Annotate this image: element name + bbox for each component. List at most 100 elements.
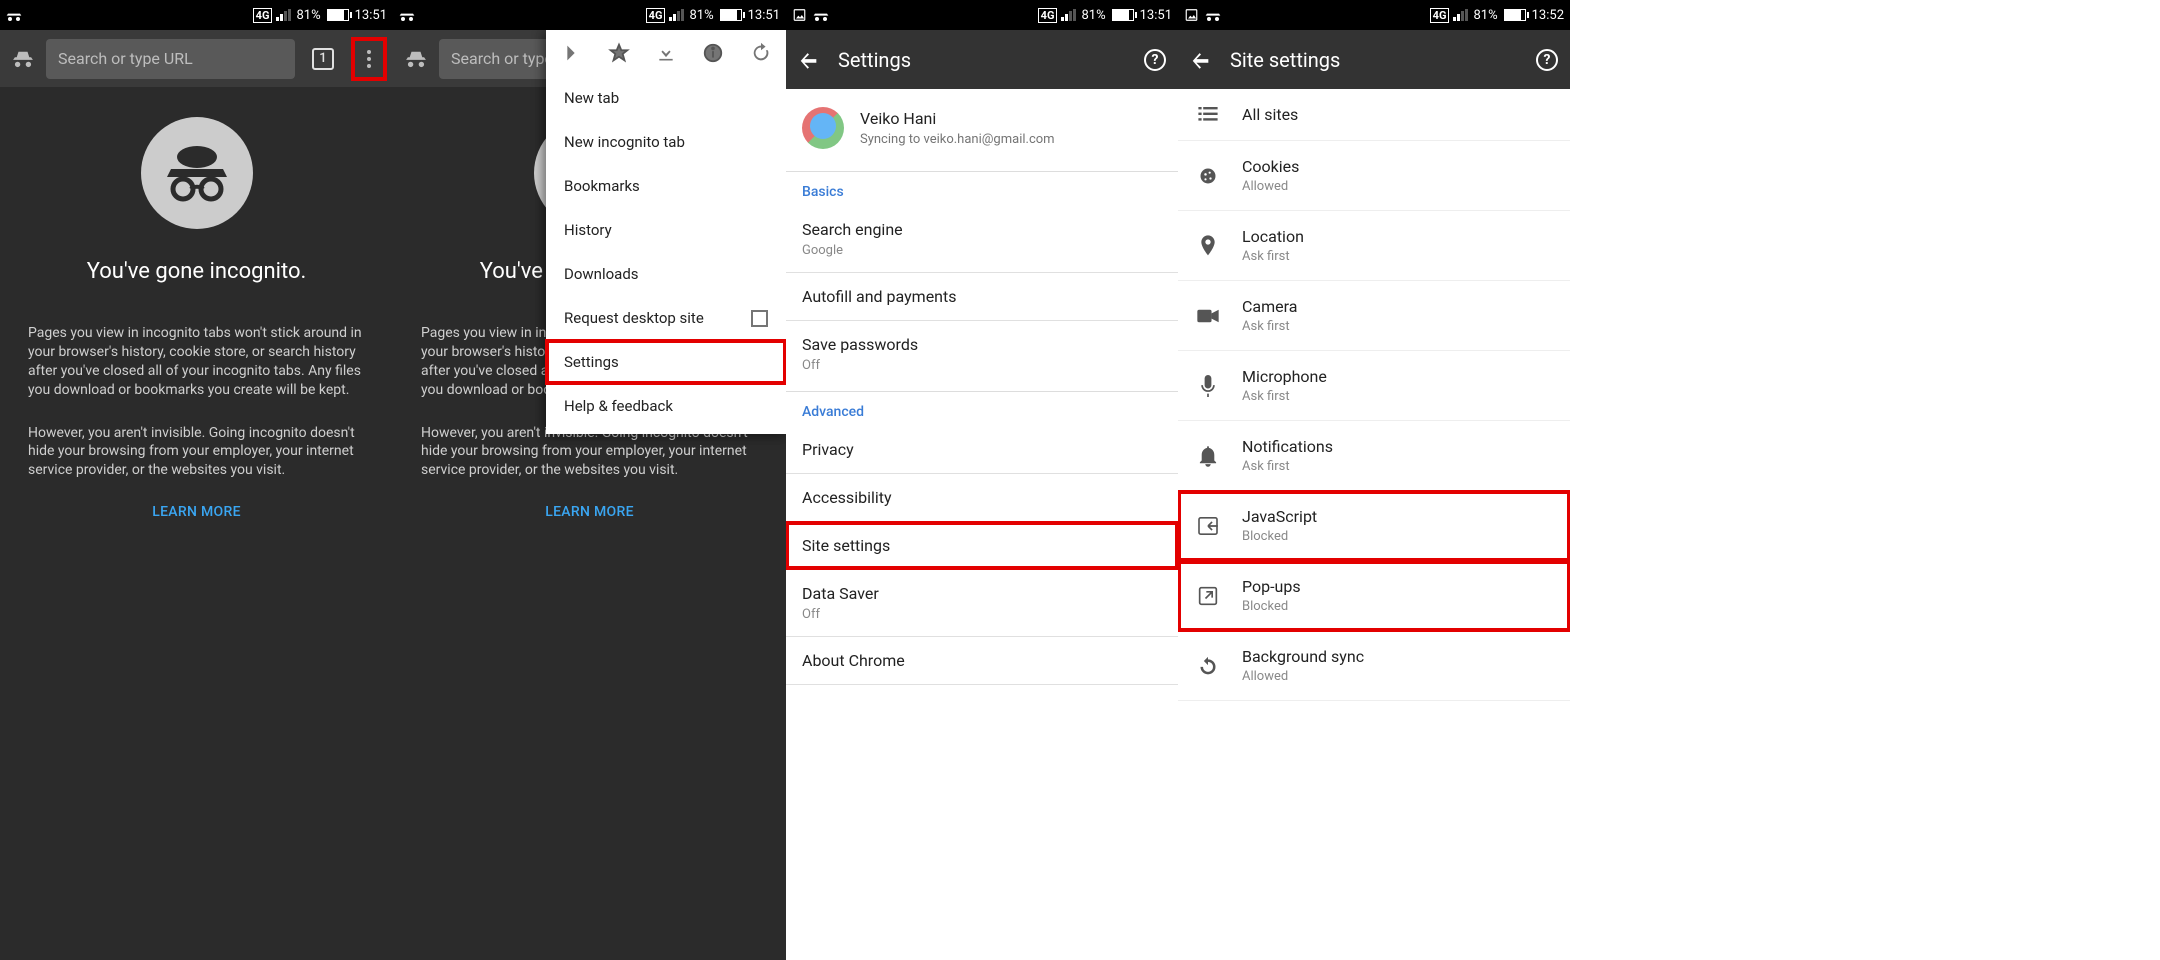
setting-item-about-chrome[interactable]: About Chrome	[786, 637, 1178, 684]
status-bar: 4G 81% 13:51	[786, 0, 1178, 30]
menu-item-request-desktop-site[interactable]: Request desktop site	[546, 296, 786, 340]
site-row-javascript[interactable]: JavaScriptBlocked	[1178, 491, 1570, 561]
site-row-all-sites[interactable]: All sites	[1178, 89, 1570, 141]
incognito-status-icon	[399, 8, 415, 22]
incognito-status-icon	[1205, 8, 1221, 22]
panel-site-settings: 4G 81% 13:52 Site settings ? All sites C…	[1178, 0, 1570, 960]
battery-pct: 81%	[296, 8, 320, 23]
info-icon[interactable]	[702, 42, 724, 64]
incognito-status-icon	[6, 8, 22, 22]
tab-switcher-button[interactable]: 1	[301, 48, 345, 70]
menu-item-bookmarks[interactable]: Bookmarks	[546, 164, 786, 208]
signal-icon	[276, 9, 292, 21]
menu-item-new-tab[interactable]: New tab	[546, 76, 786, 120]
sync-icon	[1196, 656, 1220, 676]
incognito-hero-icon	[141, 117, 253, 229]
back-icon[interactable]	[1190, 49, 1212, 71]
clock: 13:51	[748, 8, 780, 23]
site-row-microphone[interactable]: MicrophoneAsk first	[1178, 351, 1570, 421]
popup-icon	[1196, 586, 1220, 606]
account-name: Veiko Hani	[860, 109, 1055, 128]
mic-icon	[1196, 375, 1220, 397]
panel-settings: 4G 81% 13:51 Settings ? Veiko Hani Synci…	[786, 0, 1178, 960]
checkbox-icon[interactable]	[751, 310, 768, 327]
network-type: 4G	[253, 8, 273, 23]
app-bar: Site settings ?	[1178, 30, 1570, 89]
overflow-menu: New tab New incognito tab Bookmarks Hist…	[546, 30, 786, 434]
setting-item-site-settings[interactable]: Site settings	[786, 522, 1178, 569]
page-title: Site settings	[1230, 48, 1518, 72]
site-row-notifications[interactable]: NotificationsAsk first	[1178, 421, 1570, 491]
help-icon[interactable]: ?	[1144, 49, 1166, 71]
site-row-popups[interactable]: Pop-upsBlocked	[1178, 561, 1570, 631]
incognito-indicator-icon[interactable]	[399, 42, 433, 76]
list-icon	[1196, 107, 1220, 123]
learn-more-link[interactable]: LEARN MORE	[0, 504, 393, 520]
page-title: Settings	[838, 48, 1126, 72]
site-settings-list: All sites CookiesAllowed LocationAsk fir…	[1178, 89, 1570, 701]
pin-icon	[1196, 235, 1220, 257]
cookie-icon	[1196, 166, 1220, 186]
battery-pct: 81%	[1473, 8, 1497, 23]
help-icon[interactable]: ?	[1536, 49, 1558, 71]
menu-item-downloads[interactable]: Downloads	[546, 252, 786, 296]
menu-item-help-feedback[interactable]: Help & feedback	[546, 384, 786, 428]
setting-item-accessibility[interactable]: Accessibility	[786, 474, 1178, 521]
picture-status-icon	[1184, 8, 1199, 22]
site-row-camera[interactable]: CameraAsk first	[1178, 281, 1570, 351]
reload-icon[interactable]	[750, 42, 772, 64]
battery-icon	[720, 9, 742, 21]
menu-item-settings[interactable]: Settings	[546, 340, 786, 384]
back-icon[interactable]	[798, 49, 820, 71]
bookmark-star-icon[interactable]	[608, 42, 630, 64]
section-head-advanced: Advanced	[786, 392, 1178, 426]
site-row-location[interactable]: LocationAsk first	[1178, 211, 1570, 281]
site-row-background-sync[interactable]: Background syncAllowed	[1178, 631, 1570, 701]
network-type: 4G	[646, 8, 666, 23]
clock: 13:51	[355, 8, 387, 23]
setting-item-search-engine[interactable]: Search engine Google	[786, 206, 1178, 272]
incognito-title: You've gone incognito.	[0, 259, 393, 284]
javascript-icon	[1196, 517, 1220, 535]
download-icon[interactable]	[656, 43, 676, 63]
clock: 13:51	[1140, 8, 1172, 23]
overflow-space	[1570, 0, 2160, 960]
bell-icon	[1196, 445, 1220, 467]
network-type: 4G	[1038, 8, 1058, 23]
account-row[interactable]: Veiko Hani Syncing to veiko.hani@gmail.c…	[786, 89, 1178, 167]
tab-count: 1	[312, 48, 334, 70]
app-bar: Settings ?	[786, 30, 1178, 89]
setting-item-data-saver[interactable]: Data Saver Off	[786, 570, 1178, 636]
search-input[interactable]: Search or type URL	[46, 39, 295, 79]
forward-icon[interactable]	[560, 42, 582, 64]
account-status: Syncing to veiko.hani@gmail.com	[860, 132, 1055, 147]
settings-body: Veiko Hani Syncing to veiko.hani@gmail.c…	[786, 89, 1178, 960]
menu-item-history[interactable]: History	[546, 208, 786, 252]
incognito-status-icon	[813, 8, 829, 22]
learn-more-link[interactable]: LEARN MORE	[393, 504, 786, 520]
status-bar: 4G 81% 13:51	[0, 0, 393, 30]
site-row-cookies[interactable]: CookiesAllowed	[1178, 141, 1570, 211]
battery-pct: 81%	[689, 8, 713, 23]
incognito-indicator-icon[interactable]	[6, 42, 40, 76]
panel-menu-open: 4G 81% 13:51 Search or type URL You've g…	[393, 0, 786, 960]
incognito-ntp: You've gone incognito. Pages you view in…	[0, 87, 393, 960]
picture-status-icon	[792, 8, 807, 22]
network-type: 4G	[1430, 8, 1450, 23]
setting-item-autofill[interactable]: Autofill and payments	[786, 273, 1178, 320]
battery-icon	[327, 9, 349, 21]
section-head-basics: Basics	[786, 172, 1178, 206]
setting-item-privacy[interactable]: Privacy	[786, 426, 1178, 473]
setting-item-save-passwords[interactable]: Save passwords Off	[786, 321, 1178, 387]
overflow-menu-button[interactable]	[351, 37, 387, 81]
panel-incognito: 4G 81% 13:51 Search or type URL 1	[0, 0, 393, 960]
search-placeholder: Search or type URL	[58, 49, 193, 68]
clock: 13:52	[1532, 8, 1564, 23]
menu-items: New tab New incognito tab Bookmarks Hist…	[546, 76, 786, 434]
signal-icon	[669, 9, 685, 21]
menu-item-new-incognito-tab[interactable]: New incognito tab	[546, 120, 786, 164]
incognito-paragraph-1: Pages you view in incognito tabs won't s…	[0, 324, 393, 400]
omnibox-bar: Search or type URL 1	[0, 30, 393, 87]
battery-icon	[1504, 9, 1526, 21]
status-bar: 4G 81% 13:52	[1178, 0, 1570, 30]
